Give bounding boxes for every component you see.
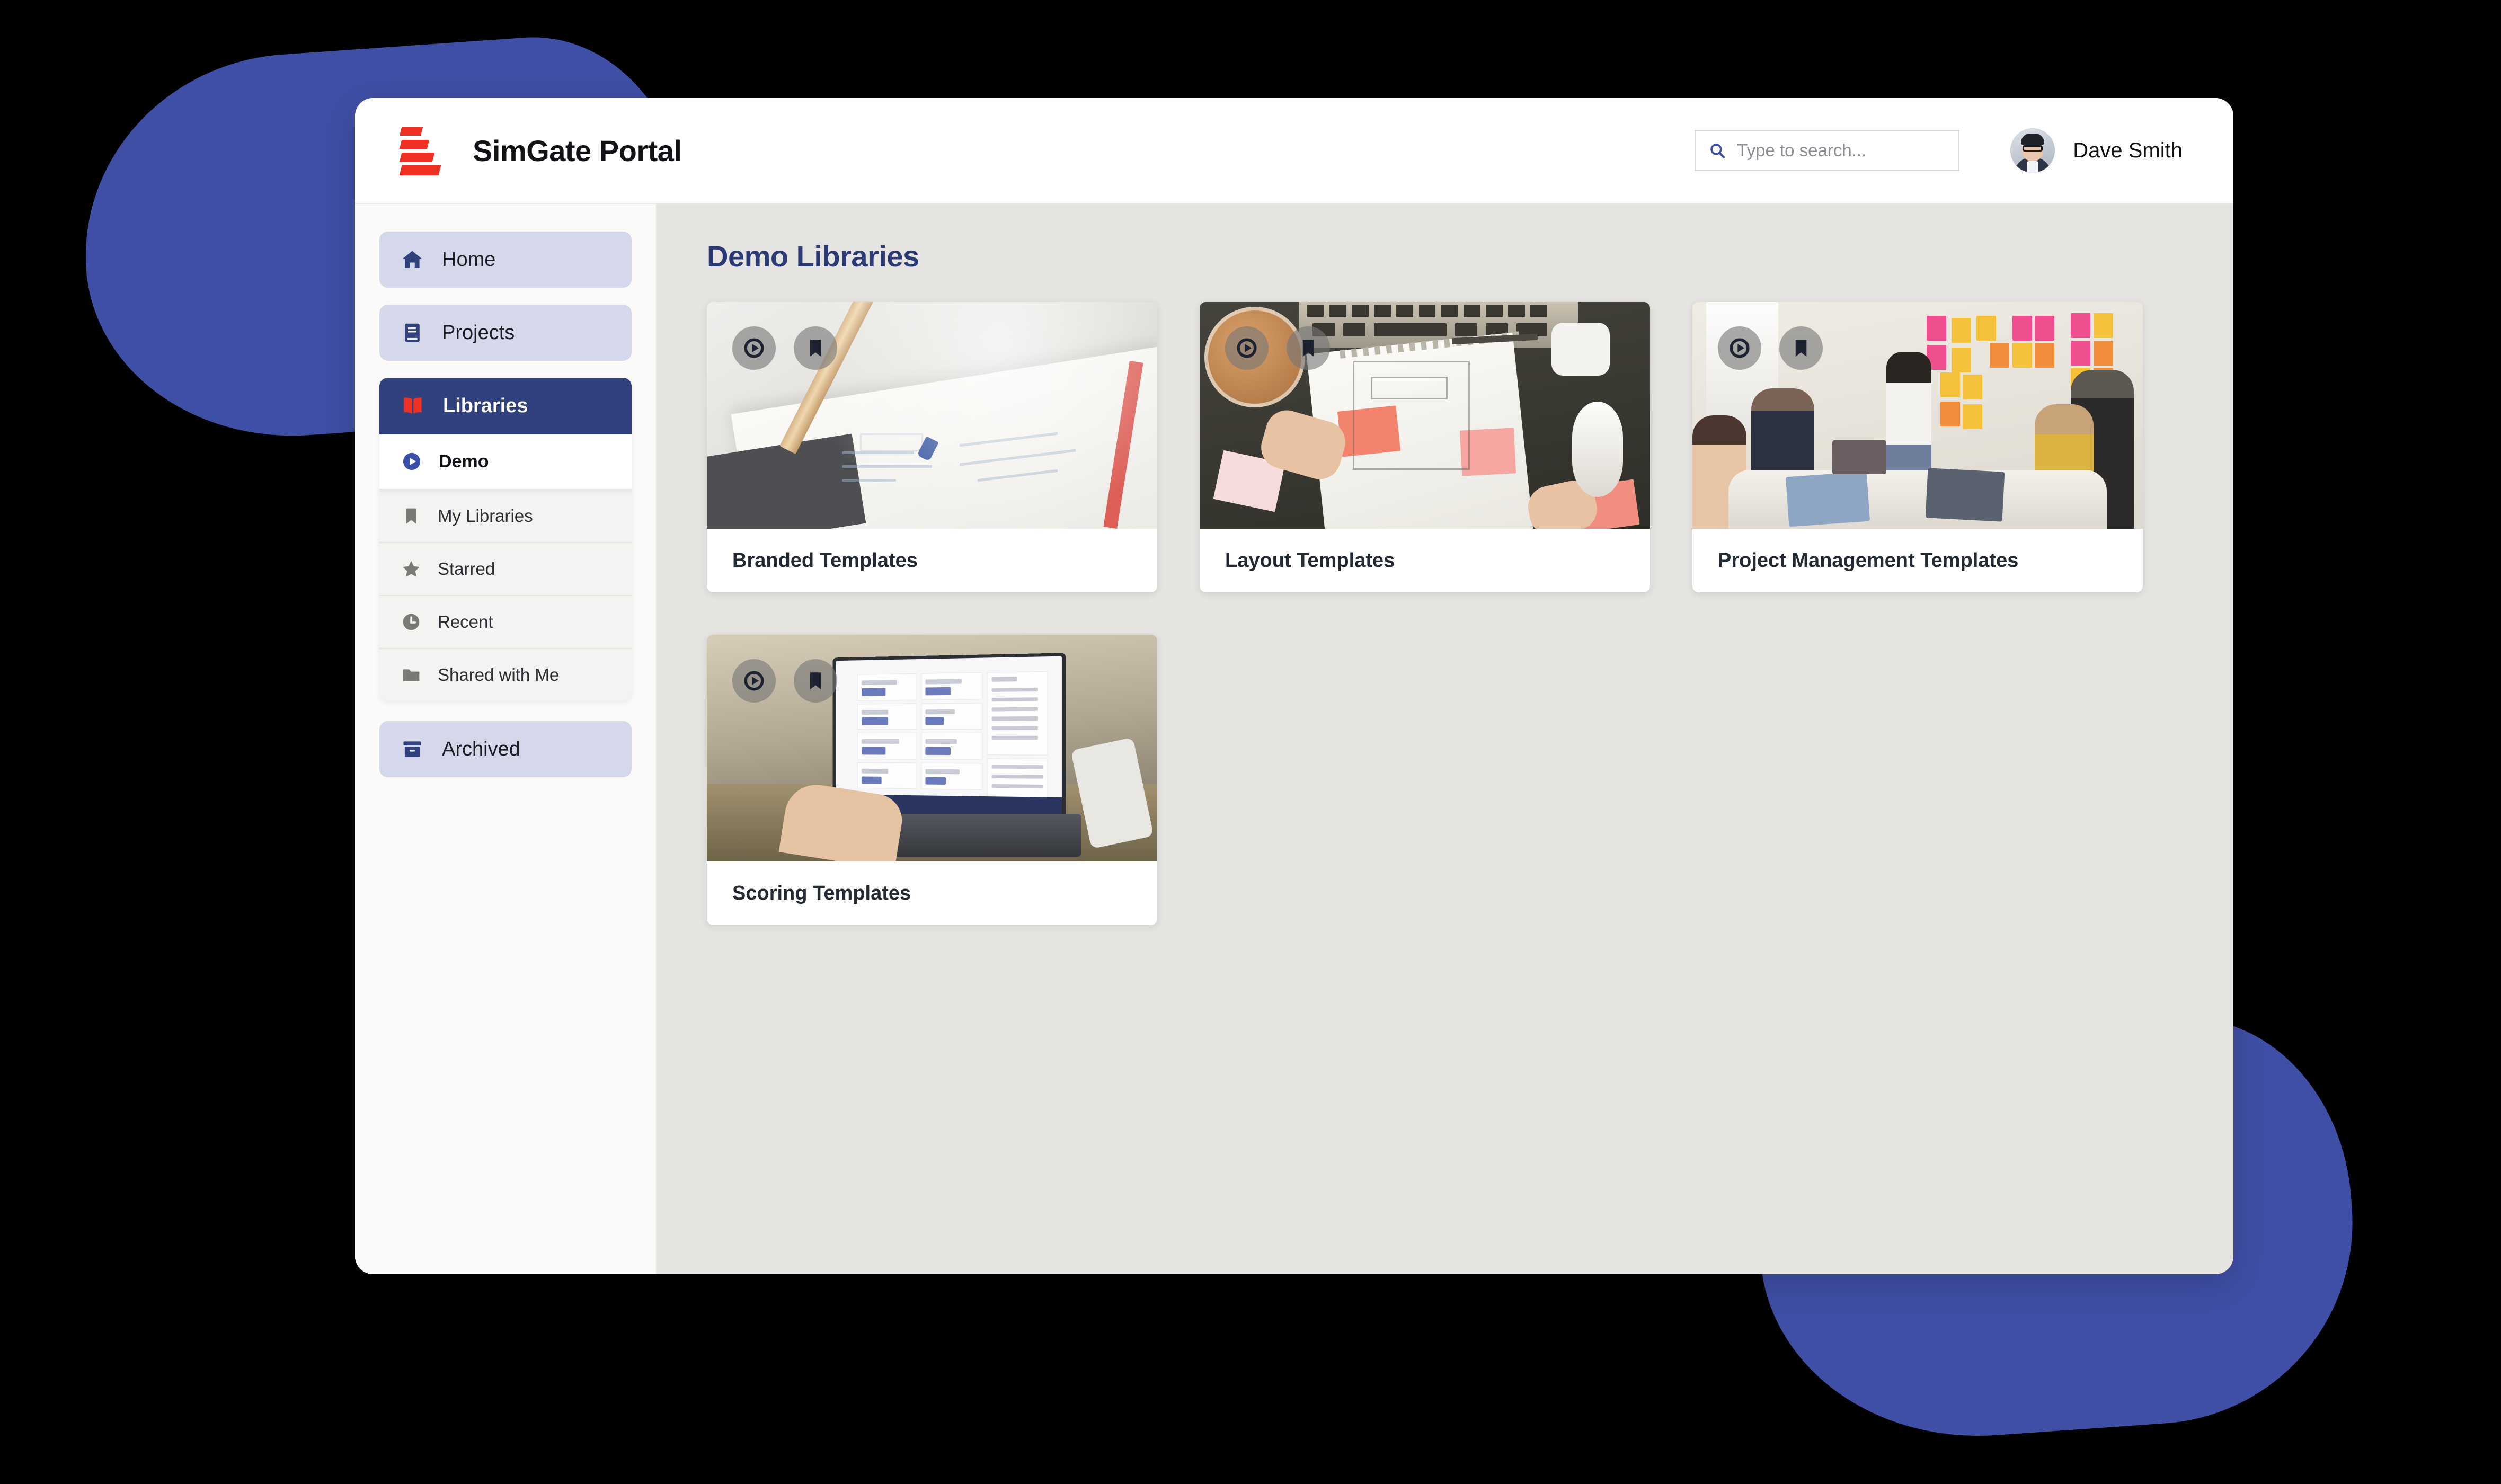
sidebar-item-projects-label: Projects (442, 321, 515, 344)
search-placeholder-text: Type to search... (1737, 140, 1867, 160)
bookmark-icon (1302, 340, 1314, 357)
book-icon (405, 323, 420, 342)
libraries-group: Libraries Demo My Libraries Starred Rece… (379, 378, 632, 701)
library-card-grid: Branded Templates Layout Templates Proje… (707, 302, 2175, 925)
user-menu[interactable]: Dave Smith (2010, 128, 2183, 173)
bookmark-icon (1795, 340, 1807, 357)
open-book-icon (404, 397, 422, 414)
bookmark-button[interactable] (794, 326, 837, 370)
bookmark-button[interactable] (1287, 326, 1330, 370)
header-right: Type to search... Dave Smith (1695, 128, 2183, 173)
play-button[interactable] (732, 326, 776, 370)
card-overlay-actions (732, 326, 837, 370)
play-button[interactable] (1718, 326, 1761, 370)
sidebar-item-projects[interactable]: Projects (379, 305, 632, 361)
sidebar-item-libraries-label: Libraries (443, 394, 528, 417)
bookmark-icon (810, 672, 821, 690)
brand[interactable]: SimGate Portal (399, 125, 682, 176)
app-title: SimGate Portal (473, 134, 682, 167)
sidebar-item-shared-with-me[interactable]: Shared with Me (379, 648, 632, 701)
sidebar-item-libraries[interactable]: Libraries (379, 378, 632, 434)
stair-bars-logo-icon (399, 125, 442, 176)
card-title: Project Management Templates (1718, 549, 2019, 572)
card-title: Scoring Templates (732, 882, 911, 904)
screenshot-stage: SimGate Portal Type to search... Dave Sm… (0, 0, 2501, 1484)
clock-icon (403, 614, 420, 630)
card-title: Branded Templates (732, 549, 918, 572)
play-button[interactable] (1225, 326, 1269, 370)
sidebar-item-my-libraries[interactable]: My Libraries (379, 489, 632, 542)
card-overlay-actions (1718, 326, 1823, 370)
play-icon (744, 338, 764, 358)
bookmark-icon (810, 340, 821, 357)
library-card[interactable]: Branded Templates (707, 302, 1157, 592)
sidebar-item-my-libraries-label: My Libraries (438, 506, 533, 526)
card-thumbnail (707, 302, 1157, 529)
play-icon (744, 671, 764, 691)
sidebar-item-recent[interactable]: Recent (379, 595, 632, 648)
bookmark-button[interactable] (794, 659, 837, 703)
play-icon (1730, 338, 1750, 358)
sidebar-item-shared-with-me-label: Shared with Me (438, 665, 560, 685)
search-icon (1710, 144, 1725, 158)
sidebar-item-starred[interactable]: Starred (379, 542, 632, 595)
sidebar-item-demo-label: Demo (439, 451, 489, 472)
app-header: SimGate Portal Type to search... Dave Sm… (355, 98, 2233, 204)
sidebar-item-home[interactable]: Home (379, 232, 632, 288)
archive-box-icon (403, 741, 421, 757)
main-content: Demo Libraries Branded Templates Layout … (656, 204, 2233, 1274)
play-button[interactable] (732, 659, 776, 703)
sidebar-item-archived[interactable]: Archived (379, 721, 632, 777)
card-overlay-actions (732, 659, 837, 703)
folder-icon (403, 669, 420, 681)
sidebar-item-demo[interactable]: Demo (379, 434, 632, 489)
star-icon (403, 561, 420, 577)
avatar (2010, 128, 2055, 173)
page-title: Demo Libraries (707, 239, 919, 273)
bookmark-icon (406, 508, 416, 524)
library-card[interactable]: Scoring Templates (707, 635, 1157, 925)
card-title: Layout Templates (1225, 549, 1395, 572)
card-thumbnail (1200, 302, 1650, 529)
card-thumbnail (707, 635, 1157, 861)
play-circle-icon (403, 452, 421, 470)
library-card[interactable]: Layout Templates (1200, 302, 1650, 592)
app-body: Home Projects Libraries Demo My Librarie… (355, 204, 2233, 1274)
app-window: SimGate Portal Type to search... Dave Sm… (355, 98, 2233, 1274)
card-overlay-actions (1225, 326, 1330, 370)
play-icon (1237, 338, 1257, 358)
search-input[interactable]: Type to search... (1695, 130, 1960, 171)
bookmark-button[interactable] (1779, 326, 1823, 370)
user-name: Dave Smith (2073, 138, 2183, 162)
sidebar-item-recent-label: Recent (438, 612, 493, 632)
sidebar-item-home-label: Home (442, 248, 496, 271)
card-thumbnail (1692, 302, 2143, 529)
sidebar-item-starred-label: Starred (438, 559, 495, 579)
sidebar: Home Projects Libraries Demo My Librarie… (355, 204, 656, 1274)
library-card[interactable]: Project Management Templates (1692, 302, 2143, 592)
sidebar-item-archived-label: Archived (442, 737, 520, 760)
home-icon (402, 251, 422, 268)
